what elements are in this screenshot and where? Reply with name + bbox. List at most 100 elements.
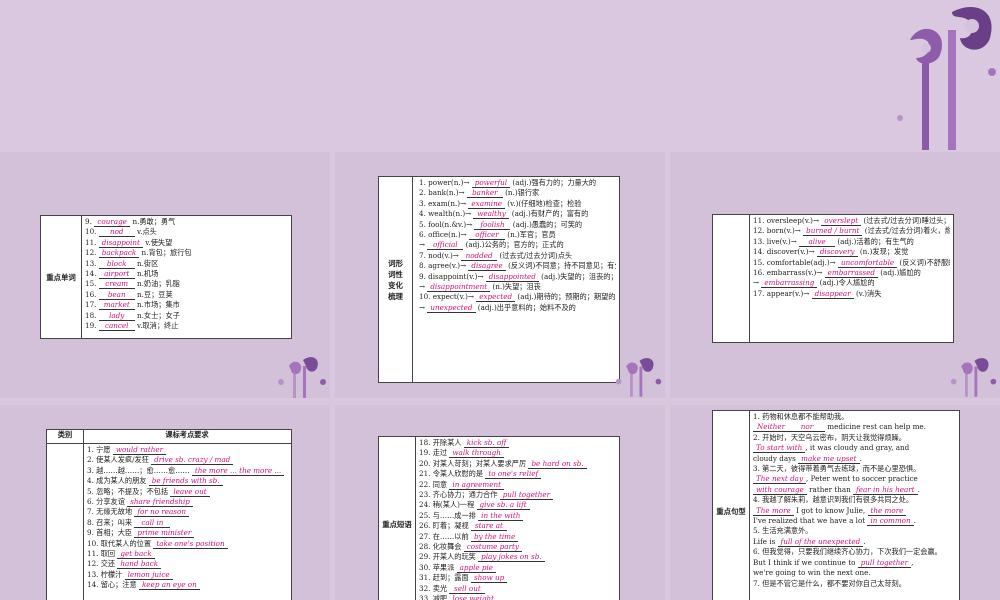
table-row: 18. 开除某人 kick sb. off	[419, 438, 616, 448]
table-row: 4. 成为某人的朋友 be friends with sb.	[87, 476, 288, 487]
answer-blank: embarrassed	[824, 268, 878, 279]
answer-blank: keep an eye on	[138, 580, 200, 591]
answer-blank: cream	[98, 279, 135, 290]
answer-blank: wealthy	[473, 209, 510, 220]
row-text: v.点头	[134, 227, 157, 237]
answer-blank: nor	[789, 422, 825, 433]
sentence-text: 7. 但是不管它是什么，都不要对你自己太苛刻。	[753, 578, 906, 588]
answer-blank: The next day	[753, 474, 807, 485]
answer-blank: unexpected	[427, 303, 476, 313]
answer-blank: share friendship	[127, 497, 193, 508]
answer-blank: show up	[470, 573, 508, 584]
table-row: 3. exam(n.)→ examine (v.)(仔细地)检查；检验	[419, 199, 616, 209]
row-prefix: 17.	[85, 300, 99, 310]
answer-blank: banker	[466, 188, 503, 199]
table-row: 18. lady n.女士；女子	[85, 311, 288, 321]
table-row: → official (adj.)公务的；官方的；正式的	[419, 240, 616, 251]
answer-blank: apple pie	[456, 563, 497, 573]
row-prefix: →	[753, 278, 762, 288]
row-text: (n.)银行家	[502, 188, 540, 198]
row-text: (adj.)令人尴尬的	[817, 278, 875, 288]
slide-3: 11. oversleep(v.)→ overslept (过去式/过去分词)睡…	[670, 152, 1000, 398]
answer-blank: be friends with sb.	[148, 476, 223, 487]
table-row: 2. 使某人发疯/发狂 drive sb. crazy / mad	[87, 455, 288, 466]
sentence-text: we're going to win the next one.	[753, 568, 871, 578]
answer-blank: by the time	[470, 532, 519, 542]
row-prefix: 5. fool(n.&v.)→	[419, 219, 475, 229]
answer-blank: discovery	[816, 247, 858, 258]
row-text: v.使失望	[142, 237, 173, 247]
row-prefix: 23. 齐心协力；通力合作	[419, 490, 500, 500]
category-label: 词形词性变化梳理	[379, 177, 413, 382]
row-prefix: 11. 取回	[87, 549, 118, 559]
sentence-line: But I think if we continue to pull toget…	[753, 558, 956, 568]
answer-blank: for no reason	[134, 507, 189, 518]
answer-blank: lose weight	[449, 594, 497, 600]
row-text: n.女士；女子	[134, 310, 180, 320]
table-row: 16. bean n.豆；豆荚	[85, 290, 288, 300]
table-row: 12. 交还 hand back	[87, 559, 288, 570]
row-prefix: 22. 同意	[419, 479, 450, 489]
row-prefix: 17. appear(v.)→	[753, 288, 812, 298]
sentence-text: , it was cloudy and gray, and	[805, 443, 910, 453]
sentence-line: To start with, it was cloudy and gray, a…	[753, 443, 956, 454]
answer-blank: disappoint	[98, 238, 143, 248]
sentence-text: rather than	[806, 484, 854, 494]
table-row: 8. agree(v.)→ disagree (反义词)不同意；持不同意见；有分…	[419, 261, 616, 272]
answer-blank: nod	[98, 227, 135, 238]
sentence-line: 1. 药物和休息都不能帮助我。	[753, 412, 956, 422]
answer-blank: airport	[98, 269, 135, 280]
row-prefix: 27. 在……以前	[419, 531, 471, 541]
row-prefix: 20. 对某人苛刻；对某人要求严厉	[419, 458, 529, 468]
table-row: 26. 盯着；凝视 stare at	[419, 521, 616, 532]
answer-blank: leave out	[170, 487, 210, 497]
table-row: 8. 召来；叫来 call in	[87, 518, 288, 528]
answer-blank: courage	[94, 217, 131, 227]
answer-blank: disappointment	[427, 282, 491, 293]
row-text: (过去式/过去分词)点头	[497, 250, 573, 260]
row-prefix: 21. 令某人欣慰的是	[419, 469, 486, 479]
row-prefix: →	[419, 282, 428, 292]
table-row: 12. born(v.)→ burned / burnt (过去式/过去分词)着…	[753, 226, 950, 237]
answer-blank: take one's position	[153, 539, 228, 549]
row-text: n.街区	[134, 258, 159, 268]
row-prefix: 16.	[85, 289, 99, 299]
sentence-text: Life is	[753, 536, 778, 546]
row-text: n.豆；豆荚	[134, 289, 173, 299]
row-prefix: 11. oversleep(v.)→	[753, 216, 822, 225]
sentence-text: But I think if we continue to	[753, 557, 858, 567]
row-text: (adj.)失望的；沮丧的；失意的	[541, 271, 616, 281]
sentence-text: I've realized that we have a lot	[753, 516, 868, 526]
row-prefix: 13. 柠檬汁	[87, 569, 125, 579]
sentence-text: .	[913, 516, 916, 526]
answer-blank: full of the unexpected	[777, 537, 864, 547]
table-row: → embarrassing (adj.)令人尴尬的	[753, 278, 950, 289]
row-prefix: 8. agree(v.)→	[419, 261, 469, 271]
answer-blank: backpack	[98, 248, 140, 259]
answer-blank: burned / burnt	[803, 226, 863, 237]
answer-blank: officer	[468, 230, 505, 241]
row-prefix: 2. 使某人发疯/发狂	[87, 455, 152, 465]
answer-blank: examine	[468, 199, 505, 209]
table-row: 11. disappoint v.使失望	[85, 238, 288, 248]
phrases-table-2: 重点短语 18. 开除某人 kick sb. off 19. 走过 walk th…	[378, 436, 620, 600]
sentence-text: rest can help me.	[862, 422, 926, 432]
row-prefix: 7. 无缘无故地	[87, 507, 135, 517]
title-background	[0, 0, 1000, 152]
table-row: 15. comfortable(adj.)→ uncomfortable (反义…	[753, 258, 950, 268]
answer-blank: make me upset	[798, 454, 860, 464]
table-row: 15. cream n.奶油；乳脂	[85, 279, 288, 290]
answer-blank: pull together	[857, 558, 912, 568]
sentence-line: Neither nor medicine rest can help me.	[753, 422, 956, 433]
answer-blank: with courage	[753, 485, 807, 495]
table-row: 13. 柠檬汁 lemon juice	[87, 570, 288, 580]
category-label: 重点句型	[713, 411, 750, 600]
sentence-line: 7. 但是不管它是什么，都不要对你自己太苛刻。	[753, 579, 956, 589]
slide-4: 类别 课标考点要求 1. 宁愿 would rather 2. 使某人发疯/发狂 …	[0, 405, 330, 600]
row-prefix: 1. 宁愿	[87, 445, 113, 454]
table-row: 14. 留心；注意 keep an eye on	[87, 580, 288, 591]
word-forms-table-2: 11. oversleep(v.)→ overslept (过去式/过去分词)睡…	[712, 214, 954, 343]
answer-blank: embarrassing	[761, 278, 818, 289]
row-prefix: 12. born(v.)→	[753, 226, 804, 236]
sentence-line: 2. 开始时，天空乌云密布，阴天让我觉得烦躁。	[753, 433, 956, 443]
